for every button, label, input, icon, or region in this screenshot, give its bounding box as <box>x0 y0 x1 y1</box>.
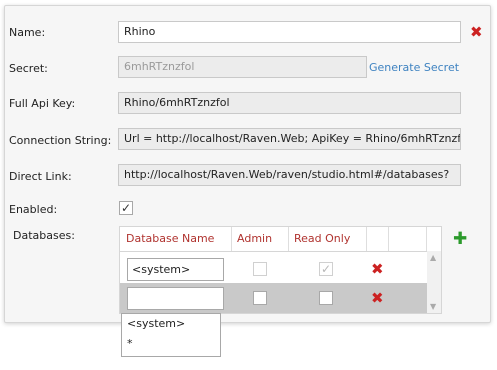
name-label: Name: <box>9 26 46 39</box>
grid-header: Database Name Admin Read Only <box>120 227 441 252</box>
checkmark-icon: ✓ <box>120 201 132 215</box>
connection-string-label: Connection String: <box>9 134 112 147</box>
table-row[interactable]: <system> ✓ ✖ <box>120 254 427 284</box>
api-key-panel: Name: Rhino ✖ Secret: 6mhRTznzfol Genera… <box>4 5 491 323</box>
read-only-checkbox[interactable] <box>319 291 333 305</box>
dropdown-option[interactable]: * <box>122 334 220 354</box>
delete-row-icon[interactable]: ✖ <box>371 291 384 306</box>
column-divider <box>426 227 427 251</box>
enabled-label: Enabled: <box>9 203 58 216</box>
name-input[interactable]: Rhino <box>118 21 461 43</box>
full-api-key-label: Full Api Key: <box>9 97 76 110</box>
delete-api-key-icon[interactable]: ✖ <box>470 25 483 40</box>
grid-scrollbar[interactable]: ▲ ▼ <box>427 251 441 313</box>
checkmark-icon: ✓ <box>320 262 332 276</box>
table-row[interactable]: ✖ <box>120 283 427 313</box>
column-divider <box>388 227 389 251</box>
scroll-up-icon[interactable]: ▲ <box>430 253 436 262</box>
database-name-dropdown: <system> * <box>121 313 221 357</box>
delete-row-icon[interactable]: ✖ <box>371 262 384 277</box>
scroll-down-icon[interactable]: ▼ <box>430 302 436 311</box>
column-divider <box>366 227 367 251</box>
full-api-key-field[interactable]: Rhino/6mhRTznzfol <box>118 92 461 114</box>
secret-label: Secret: <box>9 62 48 75</box>
dropdown-option[interactable]: <system> <box>122 314 220 334</box>
read-only-checkbox[interactable]: ✓ <box>319 262 333 276</box>
database-name-input[interactable] <box>127 287 224 310</box>
generate-secret-link[interactable]: Generate Secret <box>369 61 459 74</box>
admin-checkbox[interactable] <box>253 291 267 305</box>
databases-grid: Database Name Admin Read Only <system> ✓… <box>119 226 442 314</box>
enabled-checkbox[interactable]: ✓ <box>119 201 133 215</box>
column-divider <box>231 227 232 251</box>
column-divider <box>288 227 289 251</box>
direct-link-field[interactable]: http://localhost/Raven.Web/raven/studio.… <box>118 164 461 186</box>
column-header-admin[interactable]: Admin <box>237 232 272 245</box>
direct-link-label: Direct Link: <box>9 170 72 183</box>
database-name-input[interactable]: <system> <box>127 258 224 281</box>
databases-label: Databases: <box>13 229 75 242</box>
column-header-read-only[interactable]: Read Only <box>294 232 350 245</box>
admin-checkbox[interactable] <box>253 262 267 276</box>
secret-input: 6mhRTznzfol <box>118 56 367 78</box>
column-header-database-name[interactable]: Database Name <box>126 232 214 245</box>
connection-string-field[interactable]: Url = http://localhost/Raven.Web; ApiKey… <box>118 128 461 150</box>
add-database-icon[interactable]: ✚ <box>453 231 467 248</box>
